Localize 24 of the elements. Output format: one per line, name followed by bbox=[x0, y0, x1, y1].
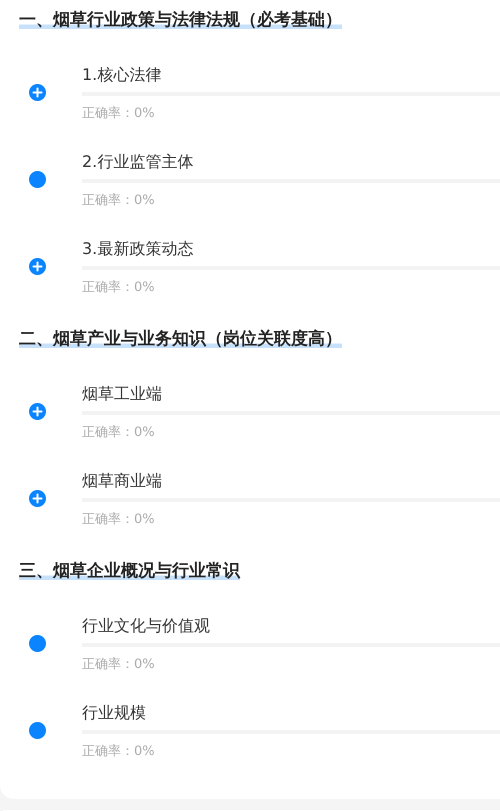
accuracy-text: 正确率：0% bbox=[82, 656, 156, 674]
accuracy-text: 正确率：0% bbox=[82, 279, 156, 297]
dot-icon bbox=[28, 635, 46, 652]
accuracy-text: 正确率：0% bbox=[82, 743, 156, 761]
plus-circle-icon[interactable] bbox=[28, 258, 46, 275]
plus-circle-icon[interactable] bbox=[28, 84, 46, 101]
accuracy-text: 正确率：0% bbox=[82, 192, 156, 210]
accuracy-text: 正确率：0% bbox=[82, 105, 156, 123]
topic-title[interactable]: 行业文化与价值观 bbox=[82, 615, 500, 637]
accuracy-text: 正确率：0% bbox=[82, 424, 156, 442]
dot-icon bbox=[28, 722, 46, 739]
section-heading: 三、烟草企业概况与行业常识 bbox=[19, 561, 240, 581]
plus-circle-icon[interactable] bbox=[28, 490, 46, 507]
topic-title[interactable]: 1.核心法律 bbox=[82, 64, 500, 86]
topic-title[interactable]: 2.行业监管主体 bbox=[82, 151, 500, 173]
topic-title[interactable]: 烟草工业端 bbox=[82, 383, 500, 405]
topic-title[interactable]: 烟草商业端 bbox=[82, 470, 500, 492]
topic-title[interactable]: 3.最新政策动态 bbox=[82, 238, 500, 260]
plus-circle-icon[interactable] bbox=[28, 403, 46, 420]
section-heading: 一、烟草行业政策与法律法规（必考基础） bbox=[19, 10, 342, 30]
dot-icon bbox=[28, 171, 46, 188]
accuracy-text: 正确率：0% bbox=[82, 511, 156, 529]
section-heading: 二、烟草产业与业务知识（岗位关联度高） bbox=[19, 329, 342, 349]
topic-title[interactable]: 行业规模 bbox=[82, 702, 500, 724]
